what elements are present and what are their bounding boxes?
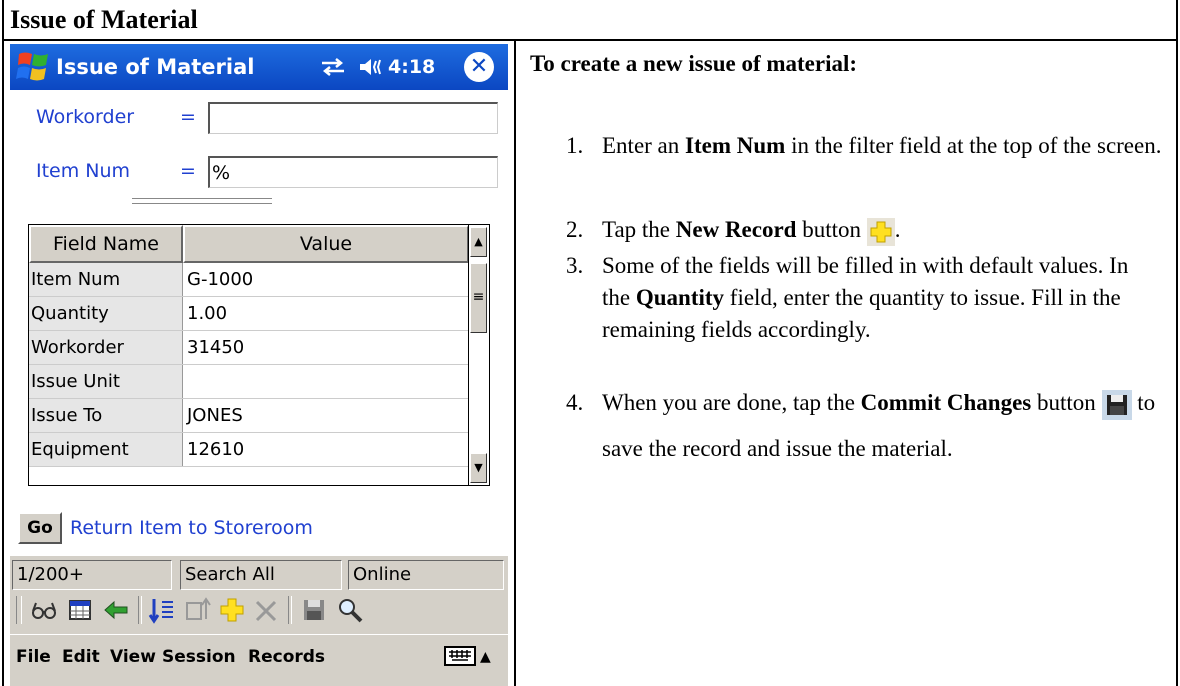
column-header-value[interactable]: Value bbox=[183, 225, 469, 263]
toolbar bbox=[10, 590, 508, 630]
vertical-scrollbar[interactable]: ▲ ≡ ▼ bbox=[468, 225, 489, 485]
step-number: 3. bbox=[566, 253, 584, 278]
step-text: Some of the fields will be filled in wit… bbox=[602, 250, 1162, 346]
field-name-cell: Equipment bbox=[29, 433, 183, 466]
scroll-up-icon[interactable]: ▲ bbox=[470, 227, 487, 257]
step-text-part: button bbox=[1031, 390, 1096, 415]
value-cell[interactable]: 12610 bbox=[183, 433, 469, 466]
step-text: Enter an Item Num in the filter field at… bbox=[602, 130, 1162, 162]
step-bold-term: New Record bbox=[675, 217, 797, 242]
field-name-cell: Issue Unit bbox=[29, 365, 183, 398]
instructions-heading: To create a new issue of material: bbox=[530, 51, 858, 76]
app-title: Issue of Material bbox=[56, 55, 255, 79]
new-record-icon[interactable] bbox=[218, 595, 246, 625]
step-text-part: . bbox=[894, 217, 901, 242]
table-row[interactable]: Issue To JONES bbox=[29, 399, 469, 433]
workorder-filter-input[interactable] bbox=[208, 102, 498, 134]
record-count: 1/200+ bbox=[12, 560, 172, 590]
search-icon[interactable] bbox=[336, 595, 364, 625]
menu-session[interactable]: Session bbox=[162, 635, 236, 679]
workorder-eq: = bbox=[180, 106, 196, 128]
step-number: 2. bbox=[566, 217, 584, 242]
step-text-part: in the filter field at the top of the sc… bbox=[785, 133, 1162, 158]
save-icon bbox=[1101, 389, 1132, 420]
document-frame: Issue of Material Issue of Material 4:18… bbox=[2, 0, 1178, 686]
menu-edit[interactable]: Edit bbox=[62, 635, 100, 679]
value-cell[interactable]: 31450 bbox=[183, 331, 469, 364]
value-cell[interactable] bbox=[183, 365, 469, 398]
return-item-link[interactable]: Return Item to Storeroom bbox=[70, 512, 313, 544]
table-row[interactable]: Equipment 12610 bbox=[29, 433, 469, 467]
step-text: When you are done, tap the Commit Change… bbox=[602, 380, 1162, 472]
document-title: Issue of Material bbox=[10, 5, 198, 34]
grid-header: Field Name Value bbox=[29, 225, 469, 263]
step-number: 4. bbox=[566, 390, 584, 415]
instructions: To create a new issue of material: 1. En… bbox=[530, 44, 1170, 461]
input-menu-arrow-icon[interactable]: ▲ bbox=[480, 635, 491, 679]
column-header-field-name[interactable]: Field Name bbox=[29, 225, 183, 263]
field-name-cell: Workorder bbox=[29, 331, 183, 364]
connection-status[interactable]: Online bbox=[348, 560, 504, 590]
step-bold-term: Item Num bbox=[685, 133, 786, 158]
toolbar-separator bbox=[138, 596, 142, 624]
table-row[interactable]: Workorder 31450 bbox=[29, 331, 469, 365]
splitter[interactable] bbox=[132, 198, 272, 204]
step-text-part: When you are done, tap the bbox=[602, 390, 861, 415]
windows-start-icon[interactable] bbox=[15, 50, 51, 84]
step-bold-term: Quantity bbox=[635, 285, 725, 310]
value-cell[interactable]: G-1000 bbox=[183, 263, 469, 296]
glasses-icon[interactable] bbox=[30, 595, 58, 625]
table-row[interactable]: Item Num G-1000 bbox=[29, 263, 469, 297]
clock[interactable]: 4:18 bbox=[388, 44, 435, 90]
table-row[interactable]: Quantity 1.00 bbox=[29, 297, 469, 331]
close-icon[interactable]: ✕ bbox=[464, 52, 494, 82]
item-num-eq: = bbox=[180, 160, 196, 182]
bottom-panel: 1/200+ Search All Online File Edit View … bbox=[10, 556, 508, 686]
delete-icon[interactable] bbox=[252, 595, 280, 625]
calendar-icon[interactable] bbox=[66, 595, 94, 625]
divider bbox=[4, 39, 1176, 41]
keyboard-icon[interactable] bbox=[444, 645, 476, 667]
grid-rows: Item Num G-1000 Quantity 1.00 Workorder 314… bbox=[29, 263, 469, 467]
step-bold-term: Commit Changes bbox=[860, 390, 1032, 415]
move-down-icon[interactable] bbox=[148, 595, 176, 625]
workorder-label: Workorder bbox=[36, 106, 135, 128]
step-number: 1. bbox=[566, 133, 584, 158]
search-mode-button[interactable]: Search All bbox=[180, 560, 342, 590]
table-row[interactable]: Issue Unit bbox=[29, 365, 469, 399]
toolbar-separator bbox=[288, 596, 292, 624]
menu-records[interactable]: Records bbox=[248, 635, 325, 679]
step-text-part: Enter an bbox=[602, 133, 686, 158]
step-text-part: button bbox=[796, 217, 862, 242]
value-cell[interactable]: JONES bbox=[183, 399, 469, 432]
move-up-icon[interactable] bbox=[184, 595, 212, 625]
save-icon[interactable] bbox=[300, 595, 328, 625]
item-num-label: Item Num bbox=[36, 160, 131, 182]
go-button[interactable]: Go bbox=[18, 512, 62, 544]
new-record-icon bbox=[866, 217, 895, 246]
field-name-cell: Quantity bbox=[29, 297, 183, 330]
pocketpc-screen: Issue of Material 4:18 ✕ Workorder = Ite… bbox=[10, 44, 508, 686]
field-name-cell: Item Num bbox=[29, 263, 183, 296]
record-grid: Field Name Value Item Num G-1000 Quantity… bbox=[28, 224, 490, 486]
step-text-part: Tap the bbox=[602, 217, 676, 242]
step-text: Tap the New Record button . bbox=[602, 214, 1162, 246]
menu-bar: File Edit View Session Records ▲ bbox=[10, 634, 508, 679]
field-name-cell: Issue To bbox=[29, 399, 183, 432]
title-bar: Issue of Material 4:18 ✕ bbox=[10, 44, 508, 90]
menu-view[interactable]: View bbox=[110, 635, 156, 679]
item-num-filter-input[interactable]: % bbox=[208, 156, 498, 188]
connectivity-icon[interactable] bbox=[320, 57, 346, 77]
column-divider bbox=[514, 39, 516, 686]
back-arrow-icon[interactable] bbox=[102, 595, 130, 625]
toolbar-grip[interactable] bbox=[16, 596, 22, 624]
volume-icon[interactable] bbox=[358, 58, 384, 76]
scroll-down-icon[interactable]: ▼ bbox=[470, 453, 487, 483]
scroll-thumb[interactable]: ≡ bbox=[470, 263, 487, 333]
menu-file[interactable]: File bbox=[16, 635, 51, 679]
value-cell[interactable]: 1.00 bbox=[183, 297, 469, 330]
